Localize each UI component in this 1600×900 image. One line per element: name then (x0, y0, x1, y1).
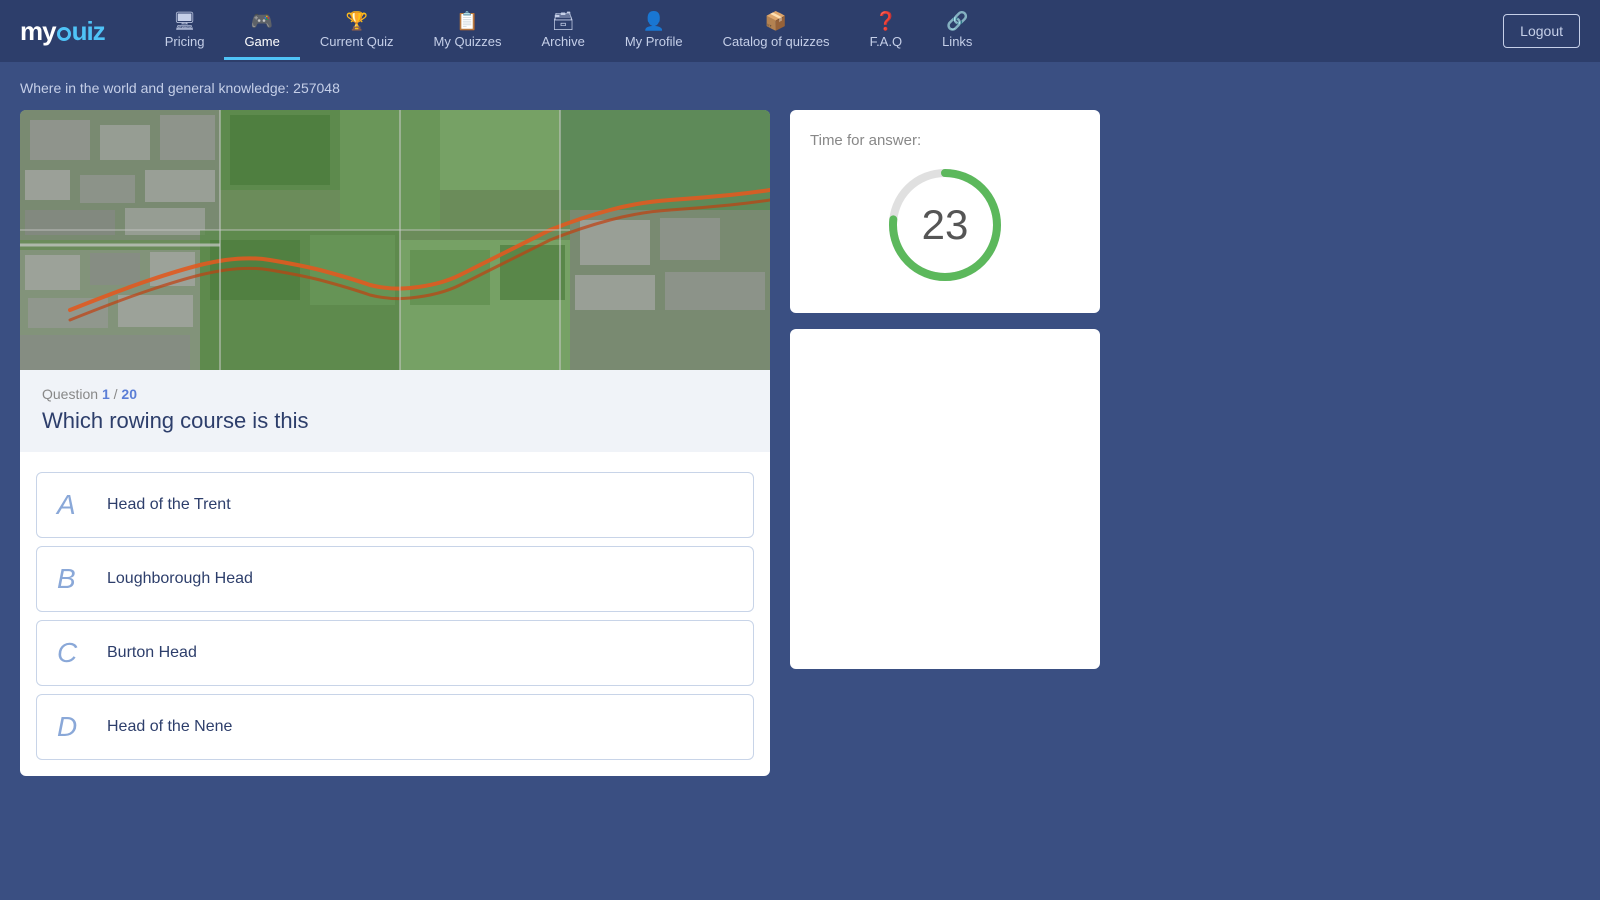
timer-label: Time for answer: (810, 132, 921, 149)
nav-archive-label: Archive (541, 34, 584, 49)
answer-text-c: Burton Head (107, 644, 197, 662)
answer-letter-c: C (57, 637, 89, 669)
nav-catalog-label: Catalog of quizzes (723, 34, 830, 49)
main-nav: 🖥 Pricing 🎮 Game 🏆 Current Quiz 📋 My Qui… (145, 3, 1503, 60)
nav-my-profile-label: My Profile (625, 34, 683, 49)
my-profile-icon: 👤 (643, 11, 665, 32)
timer-circle: 23 (885, 165, 1005, 285)
logo-my: my (20, 16, 56, 46)
pricing-icon: 🖥 (173, 11, 196, 32)
nav-links-label: Links (942, 34, 972, 49)
nav-catalog[interactable]: 📦 Catalog of quizzes (703, 3, 850, 60)
question-number: Question 1 / 20 (42, 386, 748, 402)
archive-icon: 🗃 (552, 11, 575, 32)
nav-pricing-label: Pricing (165, 34, 205, 49)
nav-archive[interactable]: 🗃 Archive (521, 3, 604, 60)
links-icon: 🔗 (946, 11, 968, 32)
catalog-icon: 📦 (765, 11, 787, 32)
answer-letter-d: D (57, 711, 89, 743)
nav-links[interactable]: 🔗 Links (922, 3, 992, 60)
question-section: Question 1 / 20 Which rowing course is t… (20, 370, 770, 452)
quiz-map (20, 110, 770, 370)
header: myuiz 🖥 Pricing 🎮 Game 🏆 Current Quiz 📋 … (0, 0, 1600, 62)
answer-text-b: Loughborough Head (107, 570, 253, 588)
answers-section: A Head of the Trent B Loughborough Head … (20, 452, 770, 760)
nav-game-label: Game (244, 34, 279, 49)
logout-button[interactable]: Logout (1503, 14, 1580, 48)
my-quizzes-icon: 📋 (456, 11, 478, 32)
logo[interactable]: myuiz (20, 16, 105, 47)
quiz-card: Question 1 / 20 Which rowing course is t… (20, 110, 770, 776)
question-text: Which rowing course is this (42, 408, 748, 434)
answer-text-a: Head of the Trent (107, 496, 231, 514)
logo-quiz: uiz (72, 16, 105, 46)
timer-card: Time for answer: 23 (790, 110, 1100, 313)
question-current: 1 (102, 386, 110, 402)
main-background: Where in the world and general knowledge… (0, 62, 1600, 900)
answer-text-d: Head of the Nene (107, 718, 232, 736)
breadcrumb: Where in the world and general knowledge… (20, 80, 1580, 96)
answer-option-b[interactable]: B Loughborough Head (36, 546, 754, 612)
aerial-map-svg (20, 110, 770, 370)
faq-icon: ❓ (875, 11, 897, 32)
nav-faq-label: F.A.Q (870, 34, 903, 49)
side-panel: Time for answer: 23 (790, 110, 1100, 669)
nav-faq[interactable]: ❓ F.A.Q (850, 3, 923, 60)
nav-my-quizzes-label: My Quizzes (434, 34, 502, 49)
game-icon: 🎮 (251, 11, 273, 32)
content-area: Question 1 / 20 Which rowing course is t… (20, 110, 1580, 776)
answer-letter-a: A (57, 489, 89, 521)
logo-icon (57, 27, 71, 41)
nav-current-quiz[interactable]: 🏆 Current Quiz (300, 3, 414, 60)
nav-my-quizzes[interactable]: 📋 My Quizzes (414, 3, 522, 60)
info-card (790, 329, 1100, 669)
answer-option-c[interactable]: C Burton Head (36, 620, 754, 686)
answer-letter-b: B (57, 563, 89, 595)
question-total: 20 (121, 386, 137, 402)
answer-option-d[interactable]: D Head of the Nene (36, 694, 754, 760)
current-quiz-icon: 🏆 (345, 11, 367, 32)
nav-my-profile[interactable]: 👤 My Profile (605, 3, 703, 60)
timer-value: 23 (922, 201, 969, 249)
nav-game[interactable]: 🎮 Game (224, 3, 299, 60)
nav-current-quiz-label: Current Quiz (320, 34, 394, 49)
answer-option-a[interactable]: A Head of the Trent (36, 472, 754, 538)
nav-pricing[interactable]: 🖥 Pricing (145, 3, 225, 60)
